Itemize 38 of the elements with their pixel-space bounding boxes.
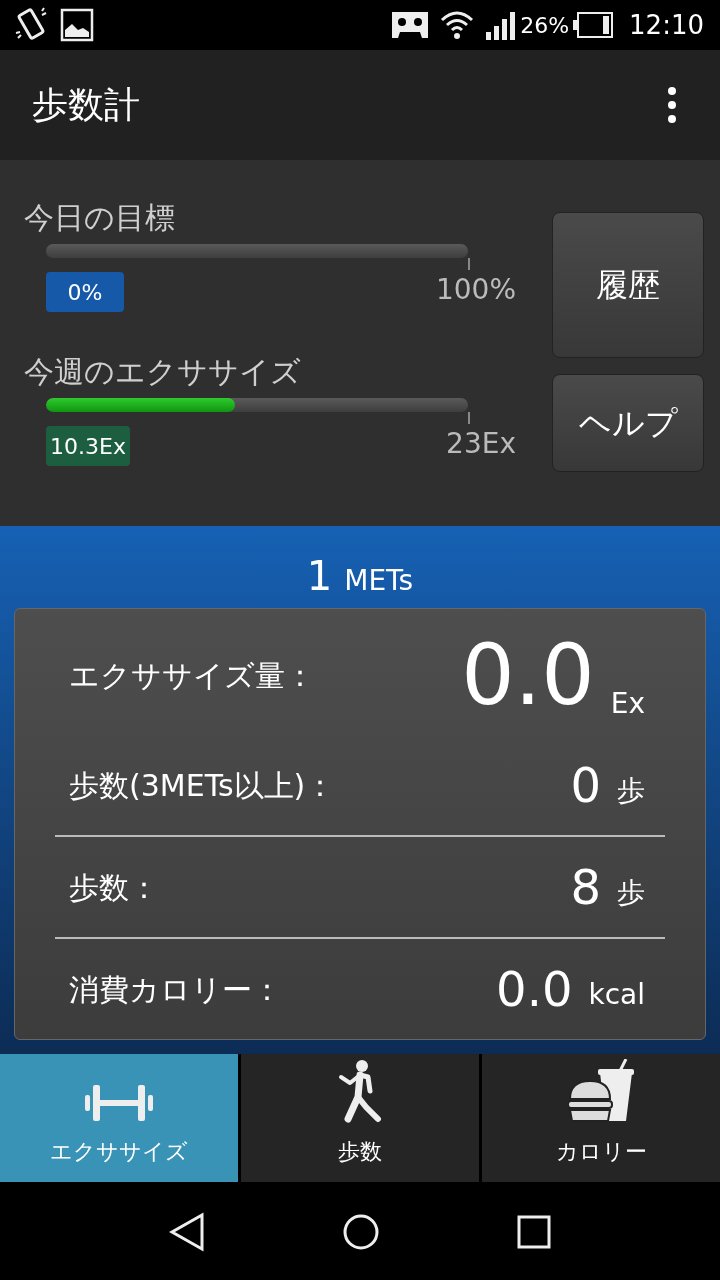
mets-value: 1: [306, 552, 333, 601]
stat-unit: kcal: [588, 977, 645, 1013]
stat-label: 消費カロリー：: [69, 970, 283, 1009]
help-button[interactable]: ヘルプ: [552, 374, 704, 472]
history-button[interactable]: 履歴: [552, 212, 704, 358]
burger-and-drink-icon: [568, 1059, 634, 1123]
stat-unit: 歩: [617, 773, 645, 809]
stat-value: 0.0: [496, 960, 573, 1019]
clock-time: 12:10: [629, 8, 704, 42]
app-title: 歩数計: [32, 83, 141, 127]
stat-unit: Ex: [610, 686, 645, 722]
cassette-icon: [392, 12, 429, 38]
goal-max-label: 100%: [435, 272, 516, 308]
image-icon: [60, 8, 94, 42]
mets-unit: METs: [344, 563, 414, 599]
goal-label: 今日の目標: [24, 199, 176, 237]
dumbbell-icon: [85, 1083, 153, 1123]
bottom-tab[interactable]: 歩数: [241, 1054, 479, 1182]
stat-value: 8: [570, 858, 601, 917]
walking-person-icon: [338, 1059, 382, 1123]
recents-icon[interactable]: [517, 1215, 552, 1249]
bottom-tab[interactable]: カロリー: [482, 1054, 720, 1182]
value-badge: 10.3Ex: [46, 426, 130, 466]
battery-icon: [573, 12, 614, 38]
signal-icon: [486, 10, 517, 40]
stat-value: 0.0: [461, 633, 595, 717]
stat-unit: 歩: [617, 875, 645, 911]
value-badge: 0%: [46, 272, 124, 312]
battery-percent: 26%: [520, 11, 570, 40]
stat-label: 歩数(3METs以上)：: [69, 766, 337, 805]
home-icon[interactable]: [342, 1213, 380, 1251]
stat-label: エクササイズ量：: [69, 656, 316, 695]
goal-max-label: 23Ex: [446, 426, 516, 462]
wifi-icon: [440, 10, 475, 40]
back-icon[interactable]: [168, 1212, 205, 1252]
stat-label: 歩数：: [69, 868, 160, 907]
goal-label: 今週のエクササイズ: [24, 353, 302, 391]
stat-value: 0: [570, 756, 601, 815]
